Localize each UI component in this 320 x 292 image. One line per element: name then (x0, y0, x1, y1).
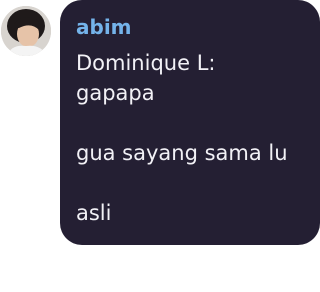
message-line: asli (76, 201, 112, 225)
message-bubble[interactable]: abim Dominique L: gapapa gua sayang sama… (60, 0, 320, 245)
message-line (76, 168, 304, 198)
chat-message-row: abim Dominique L: gapapa gua sayang sama… (0, 0, 320, 292)
message-line: gapapa (76, 81, 155, 105)
message-line: Dominique L: (76, 51, 216, 75)
user-photo-icon (1, 6, 51, 56)
sender-name[interactable]: abim (76, 14, 304, 40)
message-line (76, 108, 304, 138)
message-line: gua sayang sama lu (76, 141, 288, 165)
avatar[interactable] (1, 6, 51, 56)
